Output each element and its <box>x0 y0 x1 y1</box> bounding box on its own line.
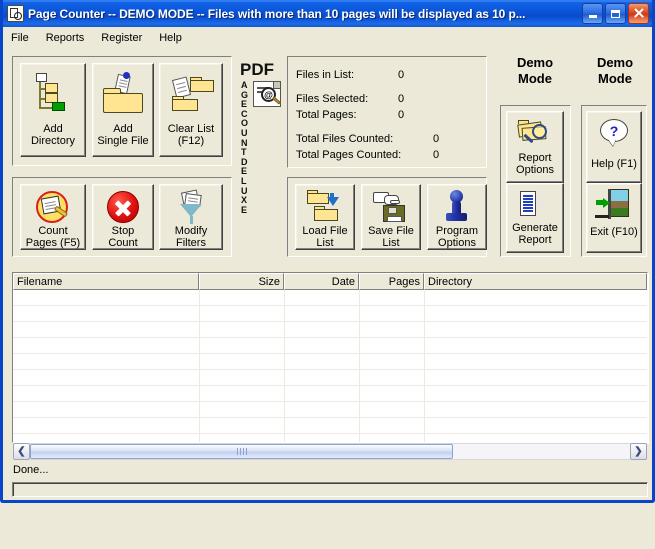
demo-mode-label-left: Demo Mode <box>516 55 554 86</box>
scroll-left-button[interactable]: ❮ <box>13 443 30 460</box>
menu-item-file[interactable]: File <box>11 30 38 46</box>
add-single-file-button[interactable]: Add Single File <box>92 63 154 157</box>
list-item[interactable] <box>13 402 647 418</box>
title-bar: Page Counter -- DEMO MODE -- Files with … <box>3 0 652 27</box>
menu-bar: File Reports Register Help <box>3 27 652 49</box>
exit-label: Exit (F10) <box>590 226 638 238</box>
count-pages-icon <box>32 189 74 223</box>
file-list-view[interactable]: Filename Size Date Pages Directory <box>12 272 648 443</box>
count-pages-button[interactable]: Count Pages (F5) <box>20 184 86 250</box>
progress-bar <box>12 482 648 497</box>
list-item[interactable] <box>13 370 647 386</box>
report-options-button[interactable]: Report Options <box>506 111 564 183</box>
count-pages-label: Count Pages (F5) <box>25 225 81 249</box>
program-options-button[interactable]: Program Options <box>427 184 487 250</box>
save-file-list-button[interactable]: Save File List <box>361 184 421 250</box>
pdf-badge-icon: @ <box>253 81 281 107</box>
clear-list-icon <box>166 71 216 119</box>
menu-item-register[interactable]: Register <box>101 30 151 46</box>
minimize-button[interactable] <box>582 3 603 24</box>
folder-tree-icon <box>28 71 78 119</box>
pdf-page-count-deluxe-logo: PDF A G E C O U N T D E L U X E @ <box>240 60 282 240</box>
add-directory-button[interactable]: Add Directory <box>20 63 86 157</box>
stop-count-button[interactable]: Stop Count <box>92 184 154 250</box>
stop-icon <box>103 189 143 223</box>
program-options-icon <box>437 188 477 222</box>
total-pages-counted-label: Total Pages Counted: <box>296 149 402 161</box>
files-selected-label: Files Selected: <box>296 93 369 105</box>
generate-report-icon <box>515 188 555 220</box>
menu-item-help[interactable]: Help <box>159 30 191 46</box>
add-single-file-label: Add Single File <box>97 123 149 147</box>
client-area: Add Directory Add Single File Clear List… <box>3 49 652 549</box>
maximize-button[interactable] <box>605 3 626 24</box>
column-header-directory[interactable]: Directory <box>424 273 647 290</box>
column-header-size[interactable]: Size <box>199 273 284 290</box>
logo-title: PDF <box>240 60 274 79</box>
column-header-date[interactable]: Date <box>284 273 359 290</box>
menu-item-reports[interactable]: Reports <box>46 30 94 46</box>
total-pages-value: 0 <box>398 109 405 121</box>
statistics-groupbox: Files in List: 0 Files Selected: 0 Total… <box>287 56 487 168</box>
program-options-label: Program Options <box>435 225 479 249</box>
load-file-list-label: Load File List <box>302 225 348 249</box>
save-file-list-label: Save File List <box>368 225 414 249</box>
exit-door-icon <box>594 188 634 224</box>
generate-report-button[interactable]: Generate Report <box>506 183 564 253</box>
total-files-counted-value: 0 <box>433 133 440 145</box>
total-pages-counted-value: 0 <box>433 149 440 161</box>
help-bubble-icon: ? <box>594 118 634 156</box>
demo-mode-label-right: Demo Mode <box>596 55 634 86</box>
statistics-panel: Files in List: 0 Files Selected: 0 Total… <box>288 57 486 167</box>
horizontal-scrollbar[interactable]: ❮ ❯ <box>13 443 647 460</box>
application-window: Page Counter -- DEMO MODE -- Files with … <box>0 0 655 503</box>
total-files-counted-label: Total Files Counted: <box>296 133 394 145</box>
load-file-list-icon <box>305 188 345 222</box>
status-text: Done... <box>13 464 49 476</box>
clear-list-label: Clear List (F12) <box>167 123 215 147</box>
modify-filters-label: Modify Filters <box>174 225 208 249</box>
list-item[interactable] <box>13 290 647 306</box>
help-label: Help (F1) <box>591 158 637 170</box>
report-options-icon <box>515 116 555 150</box>
grip-icon <box>236 448 247 455</box>
clear-list-button[interactable]: Clear List (F12) <box>159 63 223 157</box>
files-in-list-label: Files in List: <box>296 69 355 81</box>
list-item[interactable] <box>13 354 647 370</box>
file-list-body[interactable] <box>13 290 647 442</box>
logo-vertical-text: A G E C O U N T D E L U X E <box>241 80 249 215</box>
folder-add-file-icon <box>99 71 147 119</box>
scrollbar-track[interactable] <box>30 443 630 460</box>
list-item[interactable] <box>13 386 647 402</box>
total-pages-label: Total Pages: <box>296 109 357 121</box>
scrollbar-thumb[interactable] <box>30 444 453 459</box>
column-header-filename[interactable]: Filename <box>13 273 199 290</box>
filter-funnel-icon <box>171 189 211 224</box>
list-item[interactable] <box>13 418 647 434</box>
help-button[interactable]: ? Help (F1) <box>586 111 642 183</box>
modify-filters-button[interactable]: Modify Filters <box>159 184 223 250</box>
save-file-list-icon <box>371 188 411 222</box>
list-item[interactable] <box>13 306 647 322</box>
close-button[interactable] <box>628 3 649 24</box>
load-file-list-button[interactable]: Load File List <box>295 184 355 250</box>
list-item[interactable] <box>13 338 647 354</box>
list-item[interactable] <box>13 434 647 442</box>
column-header-pages[interactable]: Pages <box>359 273 424 290</box>
window-title: Page Counter -- DEMO MODE -- Files with … <box>28 6 526 21</box>
files-selected-value: 0 <box>398 93 405 105</box>
file-list-header: Filename Size Date Pages Directory <box>13 273 647 290</box>
list-item[interactable] <box>13 322 647 338</box>
scroll-right-button[interactable]: ❯ <box>630 443 647 460</box>
files-in-list-value: 0 <box>398 69 405 81</box>
page-magnifier-icon <box>7 5 24 22</box>
add-directory-label: Add Directory <box>30 123 75 147</box>
stop-count-label: Stop Count <box>108 225 138 249</box>
window-controls <box>582 3 649 24</box>
exit-button[interactable]: Exit (F10) <box>586 183 642 253</box>
generate-report-label: Generate Report <box>512 222 558 246</box>
report-options-label: Report Options <box>516 152 554 176</box>
